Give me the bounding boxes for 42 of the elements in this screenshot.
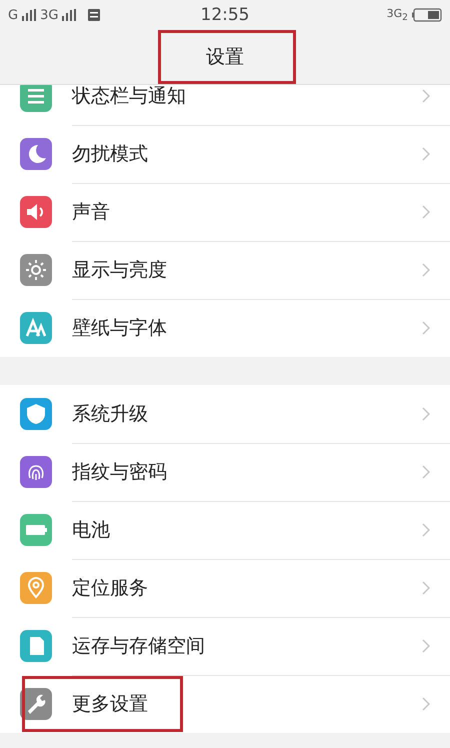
page-title: 设置 <box>206 45 244 70</box>
item-label: 显示与亮度 <box>72 258 168 283</box>
settings-item[interactable]: 状态栏与通知 <box>0 85 450 125</box>
chevron-right-icon <box>422 205 430 219</box>
settings-item[interactable]: 定位服务 <box>0 559 450 617</box>
item-label: 声音 <box>72 200 111 225</box>
chevron-right-icon <box>422 523 430 537</box>
item-label: 指纹与密码 <box>72 460 168 485</box>
battery-icon <box>412 8 442 22</box>
signal-icon <box>62 9 76 21</box>
notification-icon <box>88 9 100 21</box>
settings-item[interactable]: 勿扰模式 <box>0 125 450 183</box>
network-label: 3G$_{2}$ <box>386 6 408 24</box>
carrier-label: 3G <box>40 8 58 22</box>
chevron-right-icon <box>422 465 430 479</box>
item-label: 电池 <box>72 518 111 543</box>
chevron-right-icon <box>422 263 430 277</box>
settings-item[interactable]: 声音 <box>0 183 450 241</box>
signal-icon <box>22 9 36 21</box>
chevron-right-icon <box>422 407 430 421</box>
item-label: 运存与存储空间 <box>72 634 206 659</box>
settings-item[interactable]: 运存与存储空间 <box>0 617 450 675</box>
settings-item[interactable]: 显示与亮度 <box>0 241 450 299</box>
settings-item[interactable]: 电池 <box>0 501 450 559</box>
status-time: 12:55 <box>200 5 250 25</box>
item-label: 状态栏与通知 <box>72 85 187 109</box>
chevron-right-icon <box>422 697 430 711</box>
chevron-right-icon <box>422 321 430 335</box>
chevron-right-icon <box>422 639 430 653</box>
item-label: 壁纸与字体 <box>72 316 168 341</box>
settings-item[interactable]: 指纹与密码 <box>0 443 450 501</box>
settings-item[interactable]: 更多设置 <box>0 675 450 733</box>
item-label: 系统升级 <box>72 402 149 427</box>
chevron-right-icon <box>422 89 430 103</box>
item-label: 定位服务 <box>72 576 149 601</box>
chevron-right-icon <box>422 147 430 161</box>
settings-item[interactable]: 系统升级 <box>0 385 450 443</box>
chevron-right-icon <box>422 581 430 595</box>
item-label: 勿扰模式 <box>72 142 149 167</box>
carrier-label: G <box>8 8 18 22</box>
settings-item[interactable]: 壁纸与字体 <box>0 299 450 357</box>
item-label: 更多设置 <box>72 692 149 717</box>
